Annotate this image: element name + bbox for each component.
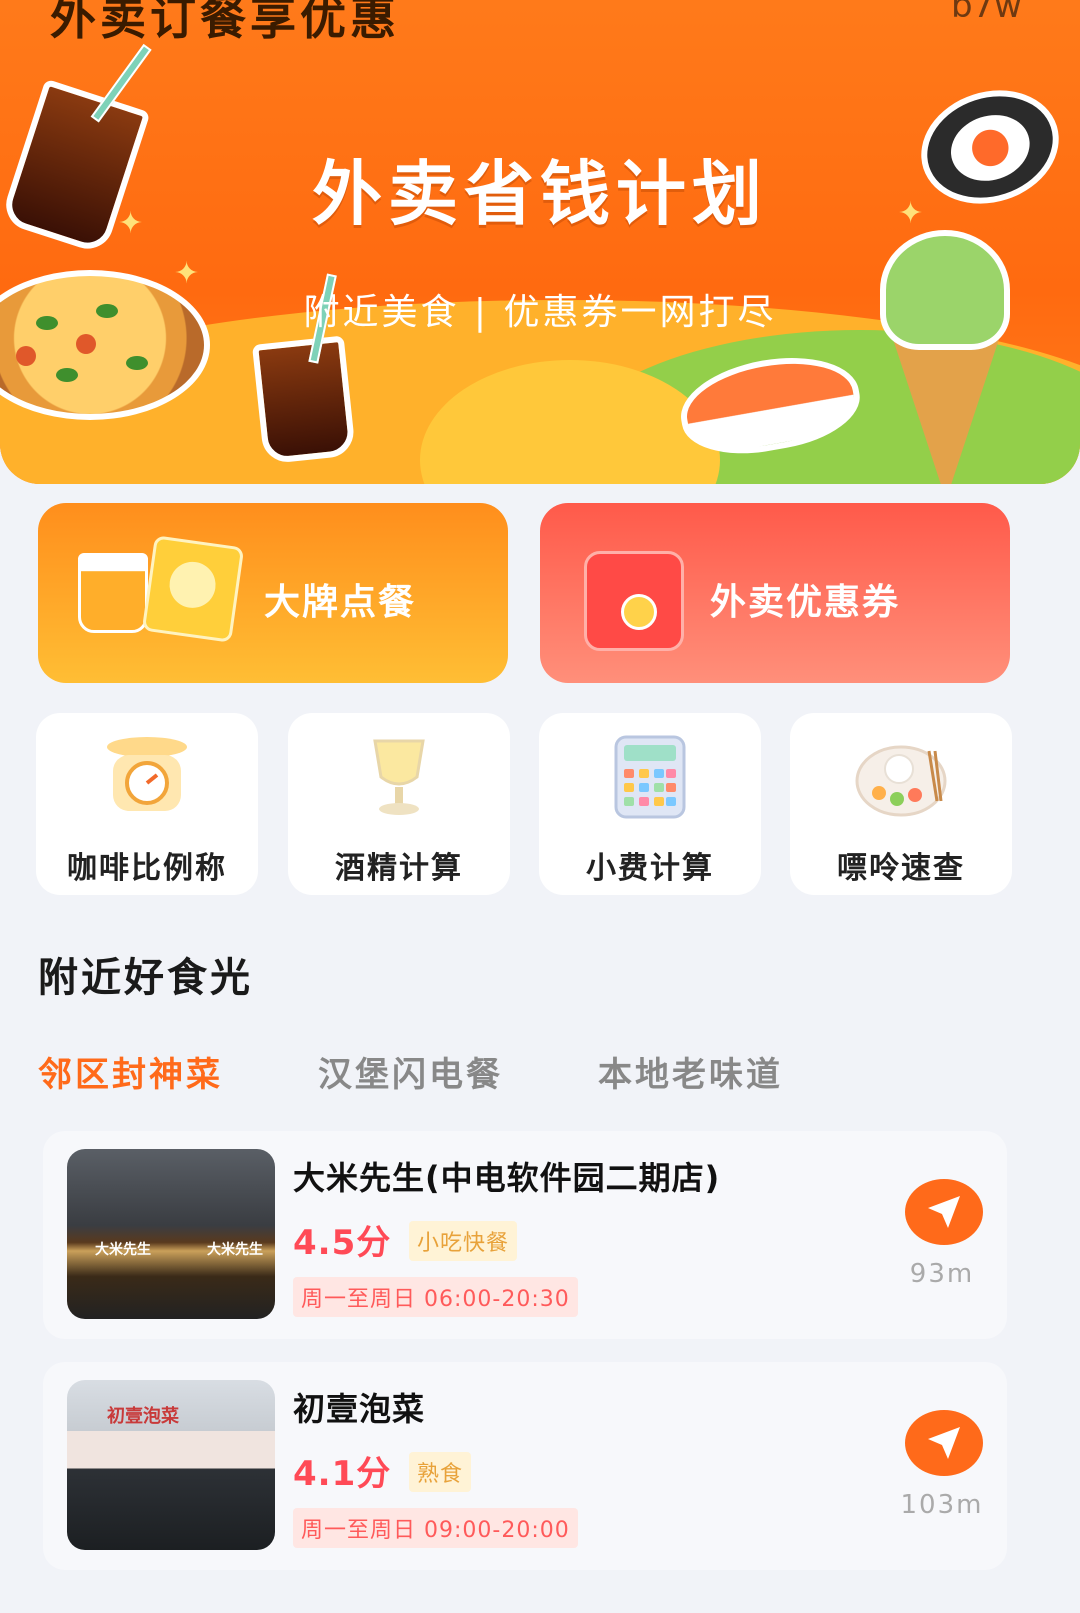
storefront-sign: 大米先生 [207,1242,263,1258]
tool-tip-calc[interactable]: 小费计算 [539,713,761,895]
wine-glass-icon [373,739,425,815]
tool-label: 咖啡比例称 [67,851,227,886]
restaurant-category-badge: 熟食 [409,1452,472,1492]
storefront-sign: 大米先生 [95,1242,151,1258]
restaurant-score: 4.1分 [293,1454,392,1494]
brand-order-label: 大牌点餐 [264,582,417,623]
promo-banner[interactable]: 外卖订餐享优惠 b7w ✦ ✦ ✦ 外卖省钱计划 附近美食 | 优惠券一网打尽 [0,0,1080,484]
restaurant-distance: 103m [900,1490,984,1520]
restaurant-hours: 周一至周日 06:00-20:30 [293,1277,578,1317]
red-envelope-icon [584,551,684,651]
scale-icon [107,737,187,811]
restaurant-category-badge: 小吃快餐 [409,1221,518,1261]
tab-local-flavors[interactable]: 本地老味道 [598,1047,783,1096]
header-right-text: b7w [950,0,1022,26]
restaurant-photo: 初壹泡菜 [67,1380,275,1550]
cola-cup-icon [251,273,357,465]
food-plate-icon [855,745,947,817]
tab-burger-meals[interactable]: 汉堡闪电餐 [318,1047,503,1096]
restaurant-card[interactable]: 初壹泡菜 初壹泡菜 4.1分 熟食 周一至周日 09:00-20:00 103m [43,1362,1007,1570]
brand-order-button[interactable]: 大牌点餐 [38,503,508,683]
delivery-coupon-button[interactable]: 外卖优惠券 [540,503,1010,683]
tool-label: 小费计算 [586,851,714,886]
navigate-button[interactable] [905,1179,983,1245]
tool-label: 酒精计算 [335,851,463,886]
tool-coffee-scale[interactable]: 咖啡比例称 [36,713,258,895]
calculator-icon [614,735,686,819]
storefront-sign: 初壹泡菜 [107,1406,179,1427]
restaurant-name: 初壹泡菜 [293,1390,426,1428]
delivery-coupon-label: 外卖优惠券 [710,582,901,623]
restaurant-distance: 93m [909,1259,975,1289]
section-title: 附近好食光 [38,955,253,1001]
tool-label: 嘌呤速查 [837,851,965,886]
tool-alcohol-calc[interactable]: 酒精计算 [288,713,510,895]
banner-subtitle: 附近美食 | 优惠券一网打尽 [303,292,777,333]
tab-neighborhood-dishes[interactable]: 邻区封神菜 [38,1047,223,1096]
navigation-arrow-icon [928,1427,960,1459]
restaurant-score: 4.5分 [293,1223,392,1263]
page-title: 外卖订餐享优惠 [50,0,400,45]
restaurant-card[interactable]: 大米先生 大米先生 大米先生(中电软件园二期店) 4.5分 小吃快餐 周一至周日… [43,1131,1007,1339]
restaurant-photo: 大米先生 大米先生 [67,1149,275,1319]
navigate-button[interactable] [905,1410,983,1476]
tool-purine-lookup[interactable]: 嘌呤速查 [790,713,1012,895]
ice-cream-cone-icon [890,330,1002,484]
snack-bag-icon [141,535,245,643]
banner-title: 外卖省钱计划 [312,153,768,235]
restaurant-hours: 周一至周日 09:00-20:00 [293,1508,578,1548]
navigation-arrow-icon [928,1196,960,1228]
snack-package-icon [78,553,148,633]
restaurant-name: 大米先生(中电软件园二期店) [293,1159,721,1197]
